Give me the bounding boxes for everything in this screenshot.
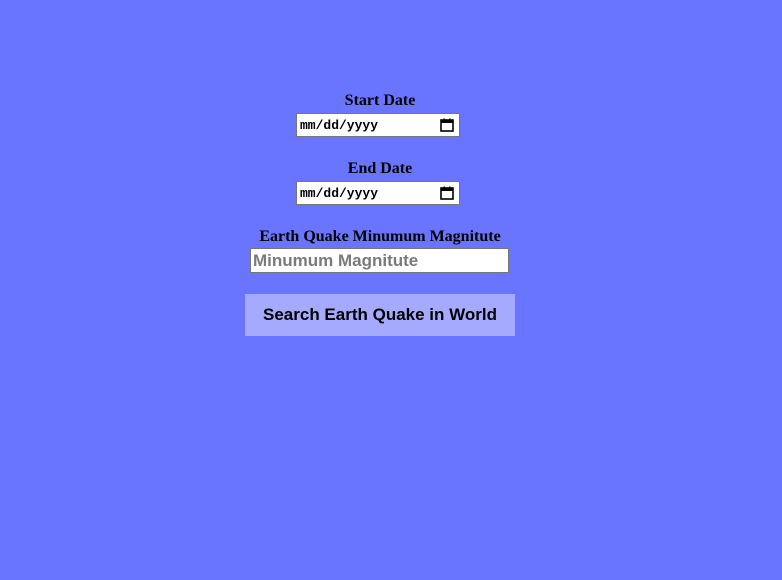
start-date-input[interactable]: mm/dd/yyyy bbox=[296, 113, 460, 137]
end-date-label: End Date bbox=[347, 160, 413, 177]
start-date-value: mm/dd/yyyy bbox=[300, 118, 379, 133]
magnitude-label: Earth Quake Minumum Magnitute bbox=[259, 228, 501, 245]
search-earthquake-button[interactable]: Search Earth Quake in World bbox=[245, 294, 515, 336]
earthquake-search-form: Start Date mm/dd/yyyy End Date mm/dd/yyy… bbox=[0, 0, 782, 580]
calendar-icon[interactable] bbox=[440, 118, 454, 132]
end-date-value: mm/dd/yyyy bbox=[300, 186, 379, 201]
start-date-label: Start Date bbox=[344, 92, 416, 109]
calendar-icon[interactable] bbox=[440, 186, 454, 200]
end-date-input[interactable]: mm/dd/yyyy bbox=[296, 181, 460, 205]
magnitude-input[interactable] bbox=[250, 248, 509, 273]
